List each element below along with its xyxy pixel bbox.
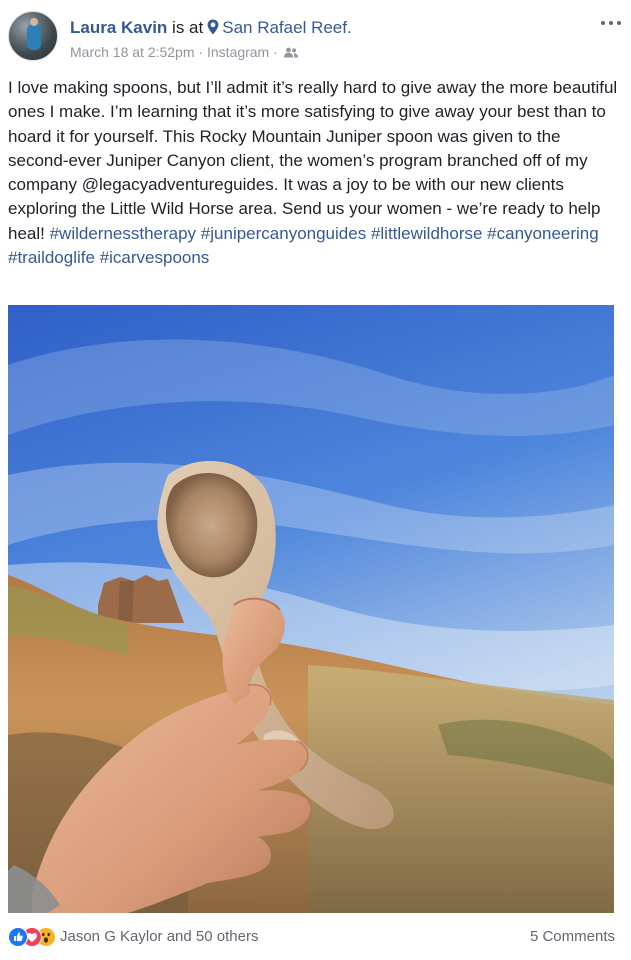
- post-meta: March 18 at 2:52pm · Instagram ·: [70, 43, 298, 61]
- post-text-line: I love making spoons, but I’ll admit it’…: [8, 78, 549, 97]
- timestamp-link[interactable]: March 18 at 2:52pm: [70, 44, 195, 60]
- hashtag-link[interactable]: #wildernesstherapy: [50, 224, 196, 243]
- hashtag-link[interactable]: #icarvespoons: [100, 248, 210, 267]
- hashtag-link[interactable]: #canyoneering: [487, 224, 599, 243]
- avatar[interactable]: [8, 11, 58, 61]
- reactions-summary-link[interactable]: Jason G Kaylor and 50 others: [60, 928, 258, 945]
- like-reaction-icon: [8, 927, 28, 947]
- hashtag-link[interactable]: #junipercanyonguides: [201, 224, 366, 243]
- author-name-link[interactable]: Laura Kavin: [70, 18, 167, 37]
- more-options-icon[interactable]: [599, 16, 623, 30]
- photo-spoon-desert: [8, 305, 614, 913]
- post-footer: Jason G Kaylor and 50 others 5 Comments: [8, 924, 615, 952]
- app-source-link[interactable]: Instagram: [207, 44, 269, 60]
- hashtag-link[interactable]: #traildoglife: [8, 248, 95, 267]
- meta-separator-2: ·: [273, 44, 278, 60]
- avatar-figure: [27, 24, 41, 50]
- post-title-line: Laura Kavin is at San Rafael Reef.: [70, 17, 352, 39]
- location-link[interactable]: San Rafael Reef.: [222, 18, 351, 37]
- friends-icon[interactable]: [283, 47, 298, 58]
- is-at-text: is at: [172, 18, 204, 37]
- map-pin-icon: [207, 19, 219, 35]
- comments-count-link[interactable]: 5 Comments: [530, 928, 615, 945]
- avatar-head: [30, 18, 38, 26]
- post-photo[interactable]: [8, 305, 614, 913]
- post-text: I love making spoons, but I’ll admit it’…: [8, 76, 620, 270]
- post-header: Laura Kavin is at San Rafael Reef. March…: [8, 10, 623, 66]
- hashtag-link[interactable]: #littlewildhorse: [371, 224, 483, 243]
- meta-separator: ·: [198, 44, 204, 60]
